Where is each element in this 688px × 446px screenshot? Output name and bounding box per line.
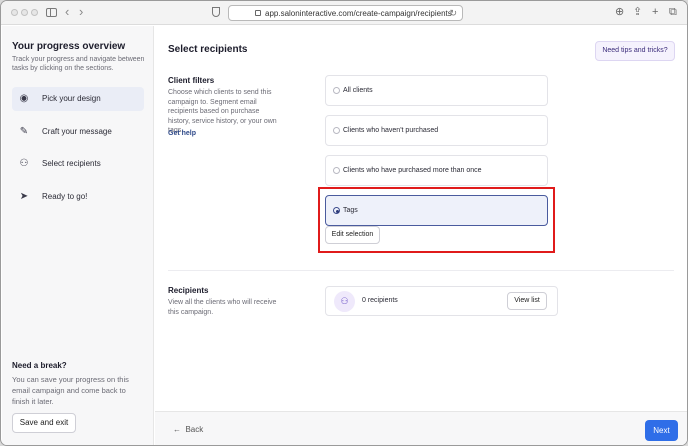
option-label: Clients who have purchased more than onc…	[343, 167, 482, 174]
step-label: Ready to go!	[42, 192, 88, 201]
sidebar-title: Your progress overview	[12, 41, 126, 52]
zoom-window-button[interactable]	[31, 9, 38, 16]
browser-toolbar: ‹ › app.saloninteractive.com/create-camp…	[1, 1, 687, 25]
view-list-button[interactable]: View list	[507, 292, 547, 310]
radio-button[interactable]	[333, 127, 340, 134]
option-clients-purchased-more-than-once[interactable]: Clients who have purchased more than onc…	[325, 155, 548, 186]
sidebar-subtitle: Track your progress and navigate between…	[12, 56, 145, 72]
radio-button[interactable]	[333, 167, 340, 174]
page-title: Select recipients	[168, 44, 248, 55]
client-filters-title: Client filters	[168, 76, 215, 85]
step-label: Select recipients	[42, 159, 101, 168]
arrow-left-icon: ←	[173, 425, 186, 434]
tab-overview-icon[interactable]: ⧉	[669, 6, 677, 18]
url-text: app.saloninteractive.com/create-campaign…	[265, 9, 452, 18]
highlight-box	[318, 187, 555, 253]
address-bar[interactable]: app.saloninteractive.com/create-campaign…	[228, 5, 463, 21]
forward-arrow-icon[interactable]: ›	[79, 5, 83, 19]
close-window-button[interactable]	[11, 9, 18, 16]
option-label: Clients who haven't purchased	[343, 127, 439, 134]
minimize-window-button[interactable]	[21, 9, 28, 16]
palette-icon: ◉	[19, 93, 29, 104]
recipients-card: ⚇ 0 recipients View list	[325, 286, 558, 316]
option-all-clients[interactable]: All clients	[325, 75, 548, 106]
send-icon: ➤	[19, 191, 29, 202]
reload-icon[interactable]: ↻	[449, 8, 457, 19]
get-help-link[interactable]: Get help	[168, 130, 196, 137]
back-button[interactable]: ← Back	[173, 425, 203, 434]
share-icon[interactable]: ⇪	[633, 6, 642, 18]
new-tab-icon[interactable]: +	[652, 6, 658, 18]
pencil-icon: ✎	[19, 126, 29, 137]
shield-icon[interactable]	[212, 7, 220, 17]
next-button[interactable]: Next	[645, 420, 678, 441]
option-label: All clients	[343, 87, 373, 94]
back-label: Back	[185, 425, 204, 434]
break-text: You can save your progress on this email…	[12, 375, 129, 406]
recipients-count: 0 recipients	[362, 297, 398, 304]
recipients-description: View all the clients who will receive th…	[168, 299, 277, 316]
step-label: Pick your design	[42, 94, 101, 103]
step-select-recipients[interactable]: ⚇ Select recipients	[12, 152, 144, 176]
step-label: Craft your message	[42, 127, 112, 136]
download-icon[interactable]: ⊕	[615, 6, 624, 18]
footer-bar: ← Back Next	[155, 411, 687, 445]
browser-window: ‹ › app.saloninteractive.com/create-camp…	[0, 0, 688, 446]
step-pick-your-design[interactable]: ◉ Pick your design	[12, 87, 144, 111]
section-divider	[168, 270, 674, 271]
users-icon: ⚇	[334, 291, 355, 312]
main-panel: Select recipients Need tips and tricks? …	[155, 26, 687, 445]
step-ready-to-go[interactable]: ➤ Ready to go!	[12, 185, 144, 209]
save-and-exit-button[interactable]: Save and exit	[12, 413, 76, 433]
break-title: Need a break?	[12, 361, 67, 370]
users-icon: ⚇	[19, 158, 29, 169]
recipients-title: Recipients	[168, 286, 209, 295]
option-clients-not-purchased[interactable]: Clients who haven't purchased	[325, 115, 548, 146]
progress-sidebar: Your progress overview Track your progre…	[2, 26, 154, 445]
lock-icon	[255, 10, 261, 16]
tips-button[interactable]: Need tips and tricks?	[595, 41, 675, 61]
client-filters-description: Choose which clients to send this campai…	[168, 89, 277, 134]
sidebar-toggle-icon[interactable]	[46, 8, 57, 17]
back-arrow-icon[interactable]: ‹	[65, 5, 69, 19]
step-craft-your-message[interactable]: ✎ Craft your message	[12, 120, 144, 144]
radio-button[interactable]	[333, 87, 340, 94]
